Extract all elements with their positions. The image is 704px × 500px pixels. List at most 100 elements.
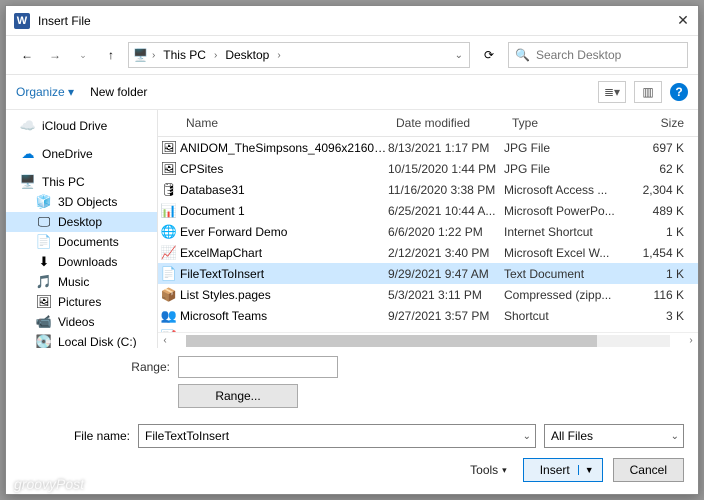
range-input[interactable] bbox=[178, 356, 338, 378]
window-title: Insert File bbox=[38, 14, 676, 28]
tree-item-label: Documents bbox=[58, 235, 119, 249]
footer: File name: FileTextToInsert ⌄ All Files … bbox=[6, 414, 698, 454]
folder-icon: 🖼 bbox=[36, 295, 52, 309]
col-size[interactable]: Size bbox=[616, 114, 698, 132]
tree-item[interactable]: 🖵Desktop bbox=[6, 212, 157, 232]
col-date[interactable]: Date modified bbox=[388, 114, 504, 132]
file-row[interactable]: 👥Microsoft Teams9/27/2021 3:57 PMShortcu… bbox=[158, 305, 698, 326]
file-date: 9/27/2021 3:57 PM bbox=[388, 309, 504, 323]
file-row[interactable]: 📄FileTextToInsert9/29/2021 9:47 AMText D… bbox=[158, 263, 698, 284]
tree-item-label: iCloud Drive bbox=[42, 119, 107, 133]
file-row[interactable]: 📦List Styles.pages5/3/2021 3:11 PMCompre… bbox=[158, 284, 698, 305]
insert-button[interactable]: Insert ▼ bbox=[523, 458, 603, 482]
file-icon: 🖼 bbox=[158, 140, 180, 156]
folder-icon: 📄 bbox=[36, 235, 52, 249]
path-dropdown-icon[interactable]: ⌄ bbox=[453, 50, 465, 61]
chevron-right-icon[interactable]: › bbox=[275, 50, 282, 61]
titlebar: W Insert File ✕ bbox=[6, 6, 698, 36]
tree-item-label: Downloads bbox=[58, 255, 117, 269]
scroll-thumb[interactable] bbox=[186, 335, 597, 347]
file-icon: 🛢 bbox=[158, 182, 180, 198]
folder-icon: ☁️ bbox=[20, 119, 36, 133]
up-button[interactable]: ↑ bbox=[100, 43, 122, 67]
file-size: 489 K bbox=[616, 204, 698, 218]
file-name: List Styles.pages bbox=[180, 288, 388, 302]
tree-item[interactable]: 🎵Music bbox=[6, 272, 157, 292]
scroll-track[interactable] bbox=[186, 335, 670, 347]
file-date: 6/25/2021 10:44 A... bbox=[388, 204, 504, 218]
file-rows: 🖼ANIDOM_TheSimpsons_4096x2160_018/13/202… bbox=[158, 137, 698, 332]
tree-item-label: 3D Objects bbox=[58, 195, 117, 209]
new-folder-button[interactable]: New folder bbox=[90, 85, 147, 99]
refresh-button[interactable]: ⟳ bbox=[476, 42, 502, 68]
file-row[interactable]: 🌐Ever Forward Demo6/6/2020 1:22 PMIntern… bbox=[158, 221, 698, 242]
col-name[interactable]: Name bbox=[158, 114, 388, 132]
tree-item[interactable]: 🖥️This PC bbox=[6, 172, 157, 192]
file-size: 697 K bbox=[616, 141, 698, 155]
back-button[interactable]: ← bbox=[16, 43, 38, 67]
file-icon: 🌐 bbox=[158, 224, 180, 240]
file-type: Internet Shortcut bbox=[504, 225, 616, 239]
file-row[interactable]: 🖼ANIDOM_TheSimpsons_4096x2160_018/13/202… bbox=[158, 137, 698, 158]
close-icon[interactable]: ✕ bbox=[676, 12, 690, 29]
filter-dropdown-icon[interactable]: ⌄ bbox=[671, 431, 679, 442]
file-date: 6/6/2020 1:22 PM bbox=[388, 225, 504, 239]
file-type: JPG File bbox=[504, 141, 616, 155]
breadcrumb-this-pc[interactable]: This PC bbox=[159, 46, 210, 64]
horizontal-scrollbar[interactable]: ‹ › bbox=[158, 332, 698, 348]
col-type[interactable]: Type bbox=[504, 114, 616, 132]
file-name: CPSites bbox=[180, 162, 388, 176]
tree-item[interactable]: ⬇ Downloads bbox=[6, 252, 157, 272]
tree-item[interactable]: 📄 Documents bbox=[6, 232, 157, 252]
organize-menu[interactable]: Organize ▾ bbox=[16, 85, 74, 99]
scroll-right-icon[interactable]: › bbox=[684, 335, 698, 346]
folder-icon: 📹 bbox=[36, 315, 52, 329]
chevron-right-icon[interactable]: › bbox=[150, 50, 157, 61]
file-row[interactable]: 🛢Database3111/16/2020 3:38 PMMicrosoft A… bbox=[158, 179, 698, 200]
file-icon: 👥 bbox=[158, 308, 180, 324]
word-app-icon: W bbox=[14, 13, 30, 29]
file-date: 10/15/2020 1:44 PM bbox=[388, 162, 504, 176]
range-button[interactable]: Range... bbox=[178, 384, 298, 408]
insert-split-dropdown[interactable]: ▼ bbox=[578, 465, 594, 475]
tree-item-label: Videos bbox=[58, 315, 94, 329]
tree-item[interactable]: 🖼Pictures bbox=[6, 292, 157, 312]
tree-item-label: This PC bbox=[42, 175, 85, 189]
folder-tree[interactable]: ☁️ iCloud Drive ☁OneDrive 🖥️This PC🧊3D Obje… bbox=[6, 110, 158, 348]
filename-input[interactable]: FileTextToInsert ⌄ bbox=[138, 424, 536, 448]
help-button[interactable]: ? bbox=[670, 83, 688, 101]
file-row[interactable]: 📈ExcelMapChart2/12/2021 3:40 PMMicrosoft… bbox=[158, 242, 698, 263]
tree-item[interactable]: 🧊3D Objects bbox=[6, 192, 157, 212]
cancel-button[interactable]: Cancel bbox=[613, 458, 684, 482]
file-row[interactable]: 📊Document 16/25/2021 10:44 A...Microsoft… bbox=[158, 200, 698, 221]
scroll-left-icon[interactable]: ‹ bbox=[158, 335, 172, 346]
view-mode-button[interactable]: ≣▾ bbox=[598, 81, 626, 103]
chevron-right-icon[interactable]: › bbox=[212, 50, 219, 61]
address-bar[interactable]: 🖥️ › This PC › Desktop › ⌄ bbox=[128, 42, 470, 68]
folder-icon: ⬇ bbox=[36, 255, 52, 269]
forward-button[interactable]: → bbox=[44, 43, 66, 67]
recent-dropdown-icon[interactable]: ⌄ bbox=[72, 43, 94, 67]
search-input[interactable]: 🔍 Search Desktop bbox=[508, 42, 688, 68]
file-size: 116 K bbox=[616, 288, 698, 302]
body: ☁️ iCloud Drive ☁OneDrive 🖥️This PC🧊3D Obje… bbox=[6, 110, 698, 348]
preview-pane-button[interactable]: ▥ bbox=[634, 81, 662, 103]
file-date: 11/16/2020 3:38 PM bbox=[388, 183, 504, 197]
file-name: ExcelMapChart bbox=[180, 246, 388, 260]
file-type: Microsoft Excel W... bbox=[504, 246, 616, 260]
filetype-filter[interactable]: All Files ⌄ bbox=[544, 424, 684, 448]
tree-item[interactable]: ☁️ iCloud Drive bbox=[6, 116, 157, 136]
file-size: 3 K bbox=[616, 309, 698, 323]
breadcrumb-desktop[interactable]: Desktop bbox=[221, 46, 273, 64]
tree-item[interactable]: 💽Local Disk (C:) bbox=[6, 332, 157, 348]
insert-file-dialog: W Insert File ✕ ← → ⌄ ↑ 🖥️ › This PC › D… bbox=[5, 5, 699, 495]
tree-item-label: Local Disk (C:) bbox=[58, 335, 137, 348]
file-size: 62 K bbox=[616, 162, 698, 176]
tree-item[interactable]: ☁OneDrive bbox=[6, 144, 157, 164]
range-area: Range: Range... bbox=[6, 348, 698, 414]
tools-menu[interactable]: Tools ▾ bbox=[470, 463, 507, 477]
file-name: Ever Forward Demo bbox=[180, 225, 388, 239]
tree-item[interactable]: 📹 Videos bbox=[6, 312, 157, 332]
file-row[interactable]: 🖼CPSites10/15/2020 1:44 PMJPG File62 K bbox=[158, 158, 698, 179]
filename-dropdown-icon[interactable]: ⌄ bbox=[523, 431, 531, 442]
